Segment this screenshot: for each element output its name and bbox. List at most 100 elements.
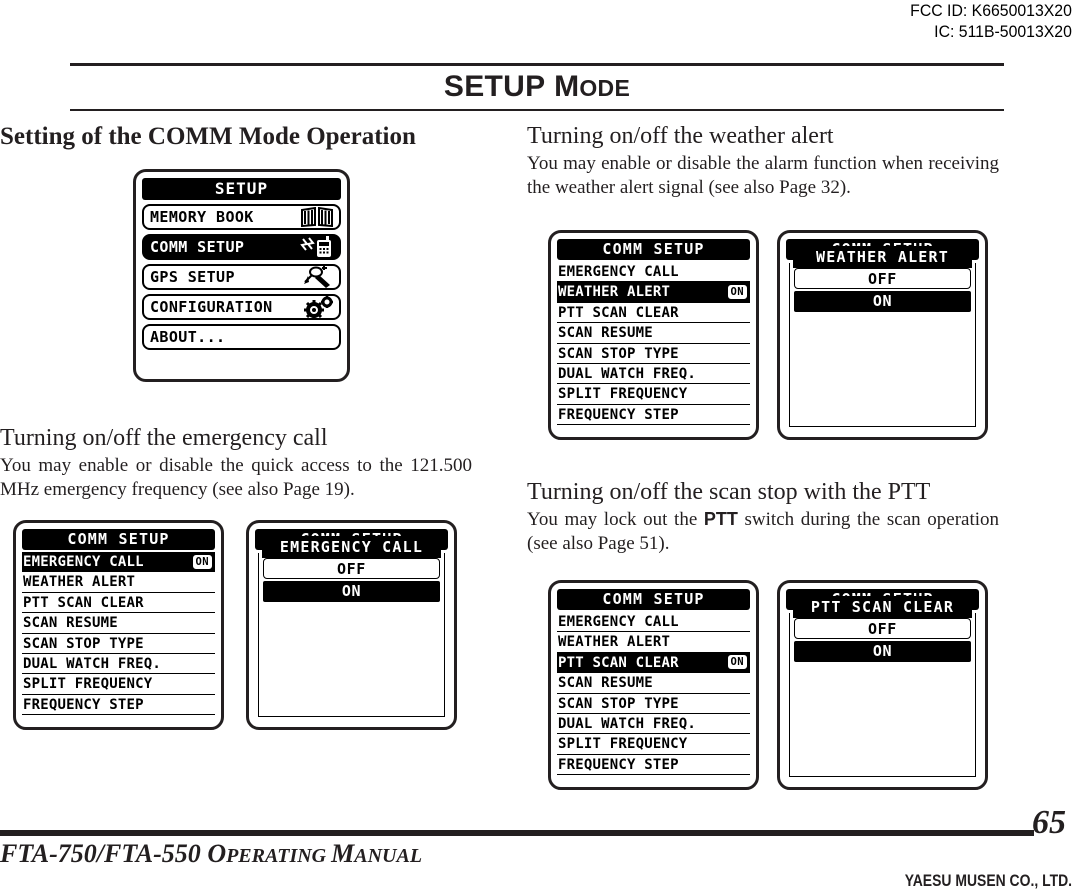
page-number: 65 (1032, 804, 1066, 841)
paragraph-weather-alert: You may enable or disable the alarm func… (527, 153, 999, 198)
setup-item-gps-setup[interactable]: GPS SETUP (142, 264, 341, 290)
option-off[interactable]: OFF (794, 268, 971, 289)
list-item[interactable]: SPLIT FREQUENCY (557, 734, 750, 755)
list-item[interactable]: SPLIT FREQUENCY (557, 384, 750, 405)
list-item[interactable]: DUAL WATCH FREQ. (557, 714, 750, 735)
setup-item-label: CONFIGURATION (150, 298, 273, 316)
lcd-comm-setup-list-emergency: COMM SETUP EMERGENCY CALL ON WEATHER ALER… (13, 520, 224, 730)
page-title-main: SETUP (443, 70, 546, 103)
list-item[interactable]: SCAN RESUME (557, 323, 750, 344)
fcc-id-text: FCC ID: K6650013X20 (910, 1, 1072, 20)
option-on[interactable]: ON (794, 641, 971, 662)
list-item-label: DUAL WATCH FREQ. (23, 655, 162, 672)
left-column: Setting of the COMM Mode Operation (0, 122, 472, 154)
subheading-ptt-scan-stop: Turning on/off the scan stop with the PT… (527, 479, 931, 505)
left-column-emergency: Turning on/off the emergency call You ma… (0, 424, 472, 501)
lcd-setup-title: SETUP (142, 178, 341, 200)
setup-item-about[interactable]: ABOUT... (142, 324, 341, 350)
satellite-icon (300, 266, 334, 288)
list-item[interactable]: EMERGENCY CALL (557, 262, 750, 283)
company-name: YAESU MUSEN CO., LTD. (904, 871, 1072, 890)
list-item[interactable]: FREQUENCY STEP (557, 755, 750, 776)
list-item[interactable]: WEATHER ALERT (22, 572, 215, 593)
setup-item-memory-book[interactable]: MEMORY BOOK (142, 204, 341, 230)
list-item-label: FREQUENCY STEP (558, 406, 679, 423)
list-item[interactable]: PTT SCAN CLEAR ON (557, 652, 750, 674)
right-column-weather: Turning on/off the weather alert You may… (527, 122, 999, 199)
page-title-banner: SETUP MODE (70, 63, 1004, 111)
manual-perating: PERATING (226, 845, 332, 867)
manual-model: FTA-750/FTA-550 (0, 839, 208, 868)
lcd-header-title: COMM SETUP (557, 239, 750, 260)
status-badge: ON (726, 284, 748, 301)
list-item[interactable]: SCAN STOP TYPE (557, 344, 750, 364)
manual-anual: ANUAL (354, 845, 423, 867)
subheading-weather-alert: Turning on/off the weather alert (527, 123, 834, 149)
list-item-label: WEATHER ALERT (558, 634, 671, 651)
option-off[interactable]: OFF (263, 558, 440, 579)
setup-item-configuration[interactable]: CONFIGURATION (142, 294, 341, 320)
handheld-radio-icon (300, 236, 334, 258)
list-item-label: SCAN STOP TYPE (23, 635, 144, 652)
list-item[interactable]: PTT SCAN CLEAR (557, 303, 750, 324)
list-item-label: FREQUENCY STEP (558, 756, 679, 773)
list-item[interactable]: DUAL WATCH FREQ. (22, 654, 215, 675)
gears-icon (300, 296, 334, 318)
comm-setup-list: EMERGENCY CALL WEATHER ALERT ON PTT SCAN … (557, 262, 750, 426)
list-item[interactable]: SCAN STOP TYPE (557, 694, 750, 714)
ptt-text-before: You may lock out the (527, 509, 704, 530)
status-badge: ON (191, 553, 213, 570)
list-item[interactable]: DUAL WATCH FREQ. (557, 364, 750, 385)
list-item-label: EMERGENCY CALL (558, 614, 679, 630)
option-off[interactable]: OFF (794, 618, 971, 639)
regulatory-id-block: FCC ID: K6650013X20 IC: 511B-50013X20 (910, 0, 1072, 42)
book-icon (300, 206, 334, 228)
status-badge: ON (726, 654, 748, 671)
list-item-label: EMERGENCY CALL (23, 554, 144, 570)
lcd-comm-setup-option-weather: COMM SETUP WEATHER ALERT OFF ON (777, 230, 988, 440)
list-item-label: PTT SCAN CLEAR (23, 594, 144, 611)
list-item[interactable]: FREQUENCY STEP (22, 695, 215, 716)
list-item[interactable]: SCAN STOP TYPE (22, 634, 215, 654)
lcd-setup-menu-screen: SETUP MEMORY BOOK COMM SETUP GPS SETUP C… (133, 169, 350, 382)
list-item-label: DUAL WATCH FREQ. (558, 715, 697, 732)
footer-rule (0, 830, 1034, 836)
list-item[interactable]: SCAN RESUME (22, 613, 215, 634)
lcd-header-title: COMM SETUP (22, 529, 215, 550)
list-item-label: PTT SCAN CLEAR (558, 654, 679, 671)
option-panel-title: EMERGENCY CALL (262, 536, 441, 558)
option-panel-title: PTT SCAN CLEAR (793, 596, 972, 618)
ptt-keyword: PTT (703, 509, 738, 529)
setup-item-label: ABOUT... (150, 328, 226, 346)
comm-setup-list: EMERGENCY CALL ON WEATHER ALERT PTT SCAN … (22, 552, 215, 716)
title-rule-bottom (70, 109, 1004, 111)
lcd-comm-setup-option-emergency: COMM SETUP EMERGENCY CALL OFF ON (246, 520, 457, 730)
setup-item-comm-setup[interactable]: COMM SETUP (142, 234, 341, 260)
list-item-label: SPLIT FREQUENCY (558, 736, 688, 753)
list-item[interactable]: FREQUENCY STEP (557, 405, 750, 426)
list-item-label: EMERGENCY CALL (558, 264, 679, 280)
list-item[interactable]: EMERGENCY CALL (557, 612, 750, 633)
right-column-ptt: Turning on/off the scan stop with the PT… (527, 478, 999, 555)
list-item[interactable]: WEATHER ALERT ON (557, 282, 750, 303)
setup-item-label: GPS SETUP (150, 268, 235, 286)
subheading-emergency-call: Turning on/off the emergency call (0, 425, 328, 451)
option-on[interactable]: ON (263, 581, 440, 602)
list-item-label: FREQUENCY STEP (23, 696, 144, 713)
lcd-inner: COMM SETUP EMERGENCY CALL WEATHER ALERT O… (557, 239, 750, 431)
option-panel: EMERGENCY CALL OFF ON (258, 536, 445, 717)
setup-item-label: MEMORY BOOK (150, 208, 254, 226)
list-item[interactable]: PTT SCAN CLEAR (22, 593, 215, 614)
setup-item-label: COMM SETUP (150, 238, 245, 256)
option-on[interactable]: ON (794, 291, 971, 312)
list-item[interactable]: WEATHER ALERT (557, 632, 750, 653)
lcd-inner: COMM SETUP EMERGENCY CALL WEATHER ALERT … (557, 589, 750, 781)
list-item[interactable]: EMERGENCY CALL ON (22, 552, 215, 573)
comm-setup-list: EMERGENCY CALL WEATHER ALERT PTT SCAN CL… (557, 612, 750, 776)
list-item[interactable]: SCAN RESUME (557, 673, 750, 694)
page-title: SETUP MODE (70, 66, 1004, 109)
list-item[interactable]: SPLIT FREQUENCY (22, 674, 215, 695)
page-title-mode-cap: M (554, 70, 580, 103)
lcd-inner: COMM SETUP EMERGENCY CALL OFF ON (255, 529, 448, 721)
paragraph-ptt-scan-stop: You may lock out the PTT switch during t… (527, 508, 999, 555)
